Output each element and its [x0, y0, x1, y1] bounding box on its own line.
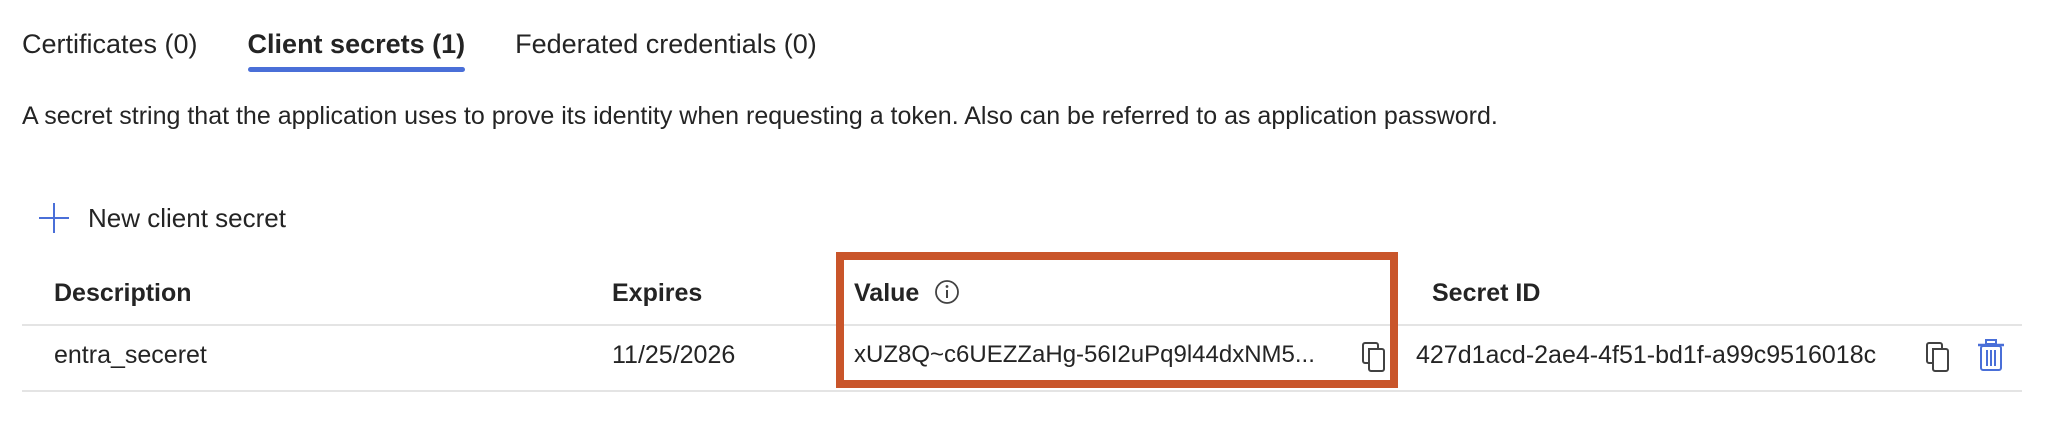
- secret-description: entra_seceret: [54, 341, 207, 369]
- secret-value: xUZ8Q~c6UEZZaHg-56I2uPq9l44dxNM5...: [854, 341, 1315, 368]
- copy-value-icon[interactable]: [1360, 340, 1390, 374]
- section-description: A secret string that the application use…: [22, 102, 1498, 130]
- table-header: Description Expires Value Secret ID: [22, 262, 2022, 326]
- tab-list: Certificates (0) Client secrets (1) Fede…: [22, 22, 867, 78]
- secret-id: 427d1acd-2ae4-4f51-bd1f-a99c9516018c: [1416, 341, 1877, 369]
- new-client-secret-label: New client secret: [88, 202, 286, 233]
- column-header-expires[interactable]: Expires: [612, 262, 702, 324]
- tab-client-secrets[interactable]: Client secrets (1): [247, 22, 465, 72]
- delete-icon[interactable]: [1976, 338, 2006, 372]
- column-header-description[interactable]: Description: [54, 262, 192, 324]
- secret-expires: 11/25/2026: [612, 341, 736, 369]
- new-client-secret-button[interactable]: New client secret: [38, 198, 286, 238]
- column-header-value[interactable]: Value: [854, 262, 960, 324]
- info-icon[interactable]: [934, 279, 960, 305]
- tab-certificates[interactable]: Certificates (0): [22, 22, 198, 72]
- plus-icon: [39, 203, 69, 233]
- tab-federated-credentials[interactable]: Federated credentials (0): [515, 22, 817, 72]
- copy-secret-id-icon[interactable]: [1924, 340, 1954, 374]
- table-row: entra_seceret 11/25/2026 xUZ8Q~c6UEZZaHg…: [22, 324, 2022, 392]
- column-header-value-label: Value: [854, 279, 920, 307]
- column-header-secret-id[interactable]: Secret ID: [1432, 262, 1540, 324]
